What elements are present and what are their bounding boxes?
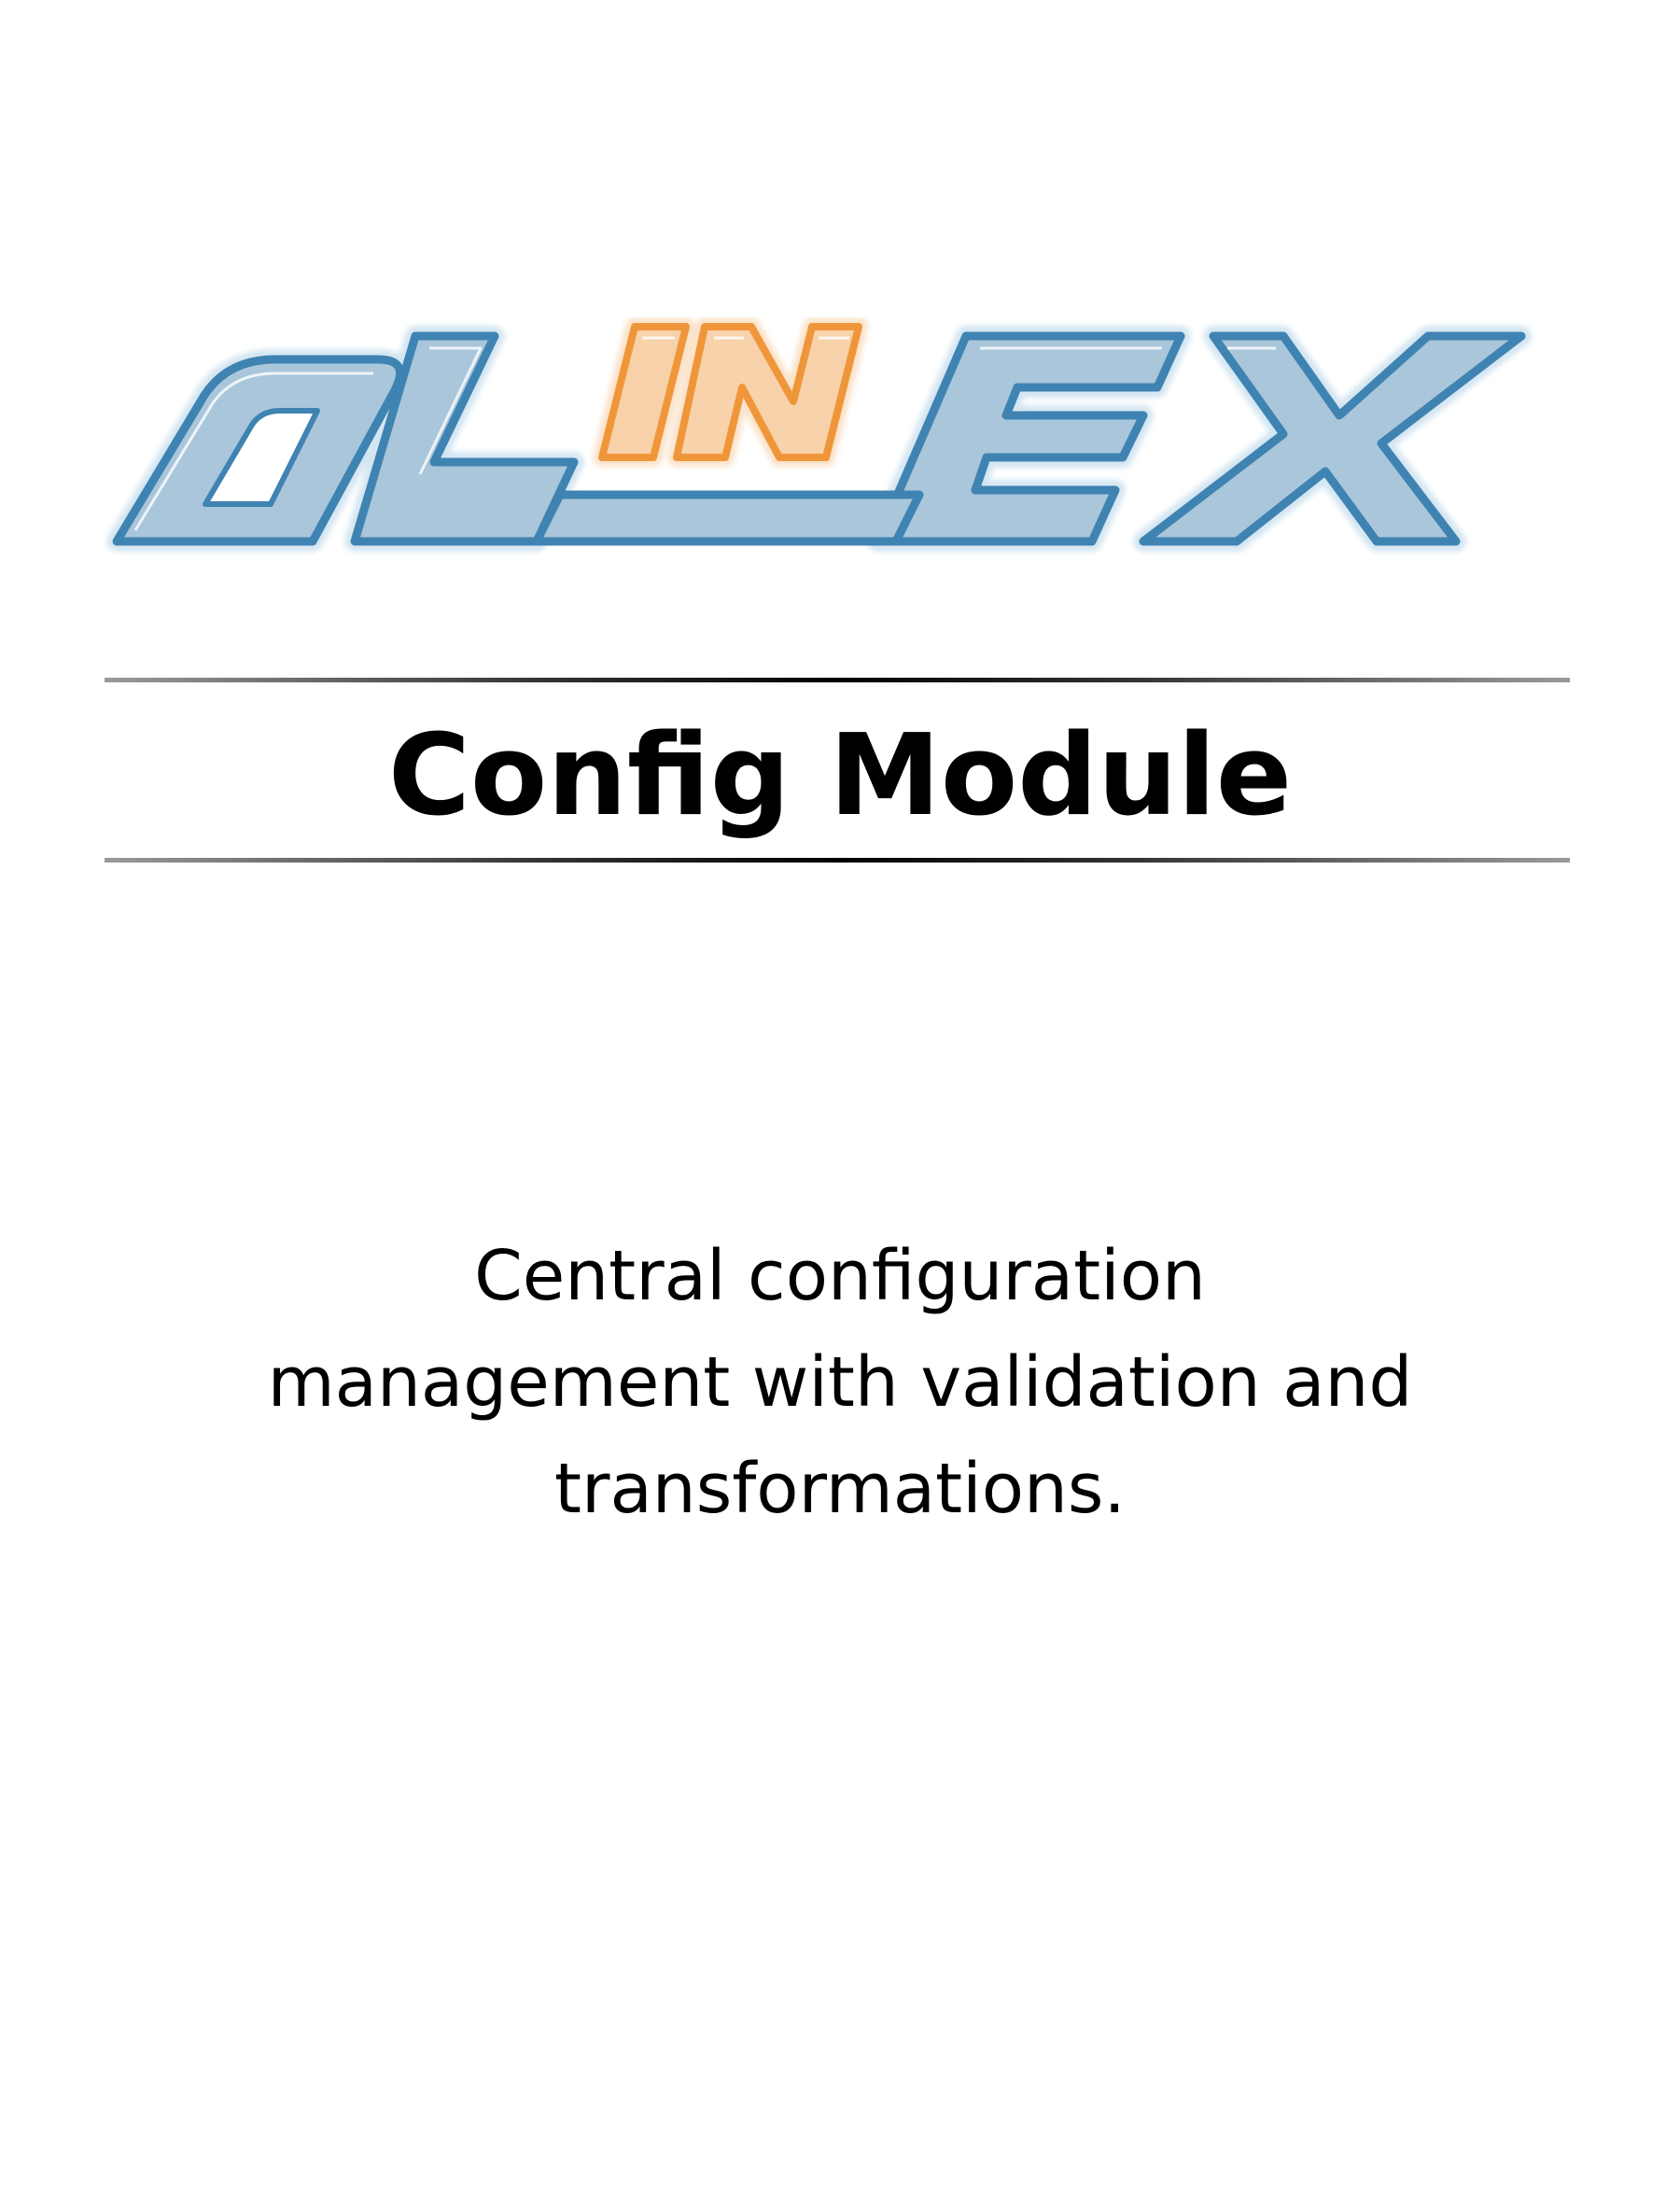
allinex-logo (98, 317, 1582, 574)
page-title: Config Module (387, 711, 1293, 841)
title-top-rule (105, 678, 1570, 682)
title-bottom-rule (105, 858, 1570, 863)
logo-orange-in (593, 317, 868, 467)
module-description: Central configuration management with va… (267, 1236, 1413, 1529)
allinex-logo-graphic (106, 317, 1532, 552)
